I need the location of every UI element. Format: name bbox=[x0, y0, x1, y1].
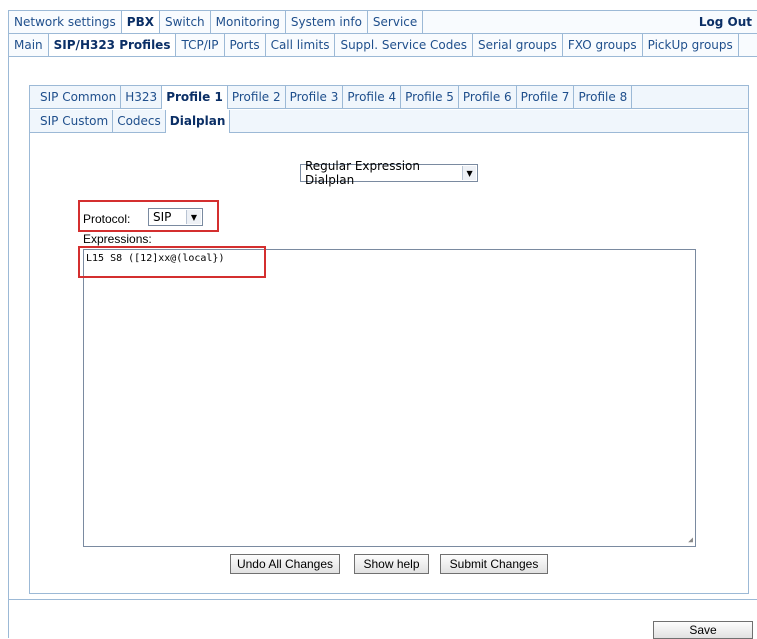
tab-dialplan[interactable]: Dialplan bbox=[165, 110, 231, 133]
tab-sip-custom[interactable]: SIP Custom bbox=[36, 110, 114, 132]
tab-service[interactable]: Service bbox=[368, 11, 424, 33]
tab-pbx[interactable]: PBX bbox=[121, 11, 160, 33]
resize-grip-icon[interactable]: ◢ bbox=[688, 535, 693, 544]
main-nav-bar: Network settings PBX Switch Monitoring S… bbox=[9, 11, 757, 34]
chevron-down-icon: ▼ bbox=[462, 166, 476, 180]
protocol-select[interactable]: SIP ▼ bbox=[148, 208, 203, 226]
submit-changes-button[interactable]: Submit Changes bbox=[440, 554, 548, 574]
undo-all-changes-button[interactable]: Undo All Changes bbox=[230, 554, 340, 574]
profile-tab-bar: SIP Common H323 Profile 1 Profile 2 Prof… bbox=[30, 86, 748, 109]
tab-profile-5[interactable]: Profile 5 bbox=[401, 86, 459, 108]
protocol-label: Protocol: bbox=[83, 212, 131, 226]
tab-profile-7[interactable]: Profile 7 bbox=[517, 86, 575, 108]
tab-profile-6[interactable]: Profile 6 bbox=[459, 86, 517, 108]
page-frame: Network settings PBX Switch Monitoring S… bbox=[8, 10, 757, 639]
divider bbox=[9, 599, 757, 600]
expressions-textarea[interactable]: L15 S8 ([12]xx@(local}) ◢ bbox=[83, 249, 696, 547]
tab-profile-8[interactable]: Profile 8 bbox=[574, 86, 633, 108]
tab-ports[interactable]: Ports bbox=[225, 34, 266, 56]
tab-switch[interactable]: Switch bbox=[160, 11, 211, 33]
tab-sip-common[interactable]: SIP Common bbox=[36, 86, 122, 108]
profile-sub-tab-bar: SIP Custom Codecs Dialplan bbox=[30, 110, 748, 133]
dialplan-type-value: Regular Expression Dialplan bbox=[305, 159, 420, 187]
tab-profile-2[interactable]: Profile 2 bbox=[228, 86, 286, 108]
tab-main[interactable]: Main bbox=[9, 34, 49, 56]
dialplan-type-select[interactable]: Regular Expression Dialplan ▼ bbox=[300, 159, 478, 187]
tab-codecs[interactable]: Codecs bbox=[113, 110, 166, 132]
tab-system-info[interactable]: System info bbox=[286, 11, 368, 33]
tab-serial-groups[interactable]: Serial groups bbox=[473, 34, 563, 56]
tab-tcp-ip[interactable]: TCP/IP bbox=[176, 34, 225, 56]
tab-profile-4[interactable]: Profile 4 bbox=[343, 86, 402, 108]
tab-fxo-groups[interactable]: FXO groups bbox=[563, 34, 643, 56]
tab-pickup-groups[interactable]: PickUp groups bbox=[643, 34, 739, 56]
expressions-label: Expressions: bbox=[83, 232, 152, 246]
show-help-button[interactable]: Show help bbox=[354, 554, 429, 574]
tab-monitoring[interactable]: Monitoring bbox=[211, 11, 286, 33]
profile-panel: SIP Common H323 Profile 1 Profile 2 Prof… bbox=[29, 85, 749, 594]
pbx-nav-bar: Main SIP/H323 Profiles TCP/IP Ports Call… bbox=[9, 34, 757, 57]
tab-sip-h323-profiles[interactable]: SIP/H323 Profiles bbox=[48, 34, 177, 56]
chevron-down-icon: ▼ bbox=[186, 210, 201, 224]
save-button[interactable]: Save bbox=[653, 621, 753, 639]
tab-call-limits[interactable]: Call limits bbox=[266, 34, 336, 56]
protocol-value: SIP bbox=[153, 210, 172, 224]
tab-suppl-service-codes[interactable]: Suppl. Service Codes bbox=[335, 34, 474, 56]
tab-profile-1[interactable]: Profile 1 bbox=[162, 86, 228, 109]
tab-network-settings[interactable]: Network settings bbox=[9, 11, 122, 33]
expressions-highlight-box bbox=[78, 246, 266, 278]
tab-profile-3[interactable]: Profile 3 bbox=[286, 86, 344, 108]
tab-h323[interactable]: H323 bbox=[121, 86, 163, 108]
logout-link[interactable]: Log Out bbox=[699, 11, 757, 33]
